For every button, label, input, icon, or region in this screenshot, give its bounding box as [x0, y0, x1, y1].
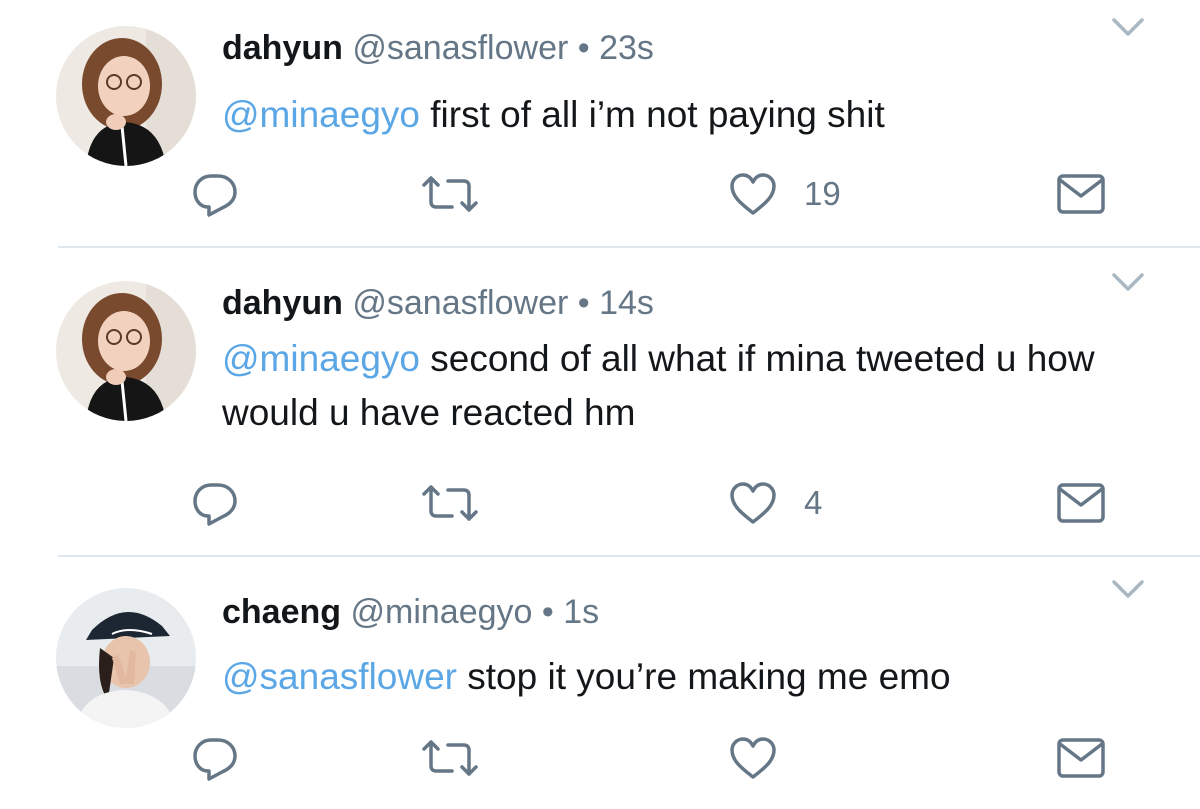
chevron-down-icon[interactable] — [1110, 271, 1146, 295]
divider — [58, 246, 1200, 248]
chevron-down-icon[interactable] — [1110, 16, 1146, 40]
tweet[interactable]: dahyun @sanasflower • 14s @minaegyo seco… — [0, 249, 1200, 558]
retweet-icon — [422, 740, 478, 776]
divider — [58, 555, 1200, 557]
like-button[interactable]: 19 — [728, 172, 841, 216]
reply-button[interactable] — [191, 172, 239, 218]
meta-separator: • — [541, 593, 554, 631]
reply-icon — [193, 738, 237, 781]
timestamp[interactable]: 1s — [563, 593, 599, 631]
like-count: 4 — [804, 484, 823, 521]
timestamp[interactable]: 14s — [599, 284, 654, 322]
retweet-button[interactable] — [420, 174, 480, 214]
tweet[interactable]: chaeng @minaegyo • 1s @sanasflower stop … — [0, 558, 1200, 809]
retweet-button[interactable] — [420, 483, 480, 523]
envelope-icon — [1057, 738, 1105, 778]
tweet-content: stop it you’re making me emo — [467, 656, 951, 697]
username[interactable]: @sanasflower — [352, 284, 568, 322]
retweet-button[interactable] — [420, 738, 480, 778]
reply-icon — [193, 483, 237, 526]
direct-message-button[interactable] — [1056, 481, 1106, 525]
reply-icon — [193, 174, 237, 217]
tweet[interactable]: dahyun @sanasflower • 23s @minaegyo firs… — [0, 0, 1200, 249]
reply-button[interactable] — [191, 481, 239, 527]
retweet-icon — [422, 176, 478, 212]
reply-button[interactable] — [191, 736, 239, 782]
tweet-header: dahyun @sanasflower • 14s — [222, 283, 654, 323]
envelope-icon — [1057, 483, 1105, 523]
heart-icon — [730, 737, 776, 779]
display-name[interactable]: chaeng — [222, 593, 341, 631]
tweet-header: dahyun @sanasflower • 23s — [222, 28, 654, 68]
envelope-icon — [1057, 174, 1105, 214]
tweet-text: @minaegyo second of all what if mina twe… — [222, 332, 1172, 440]
timestamp[interactable]: 23s — [599, 29, 654, 67]
username[interactable]: @sanasflower — [352, 29, 568, 67]
heart-icon — [730, 482, 776, 524]
avatar[interactable] — [56, 26, 196, 166]
username[interactable]: @minaegyo — [351, 593, 533, 631]
tweet-content: first of all i’m not paying shit — [430, 94, 885, 135]
avatar[interactable] — [56, 588, 196, 728]
mention-link[interactable]: @minaegyo — [222, 338, 420, 379]
direct-message-button[interactable] — [1056, 172, 1106, 216]
heart-icon — [730, 173, 776, 215]
tweet-text: @sanasflower stop it you’re making me em… — [222, 650, 1172, 704]
meta-separator: • — [577, 284, 590, 322]
like-count: 19 — [804, 175, 841, 212]
avatar[interactable] — [56, 281, 196, 421]
direct-message-button[interactable] — [1056, 736, 1106, 780]
like-button[interactable]: 4 — [728, 481, 822, 525]
like-button[interactable] — [728, 736, 804, 780]
tweet-header: chaeng @minaegyo • 1s — [222, 592, 599, 632]
retweet-icon — [422, 485, 478, 521]
chevron-down-icon[interactable] — [1110, 578, 1146, 602]
tweet-text: @minaegyo first of all i’m not paying sh… — [222, 88, 1172, 142]
mention-link[interactable]: @sanasflower — [222, 656, 457, 697]
mention-link[interactable]: @minaegyo — [222, 94, 420, 135]
display-name[interactable]: dahyun — [222, 284, 343, 322]
display-name[interactable]: dahyun — [222, 29, 343, 67]
meta-separator: • — [577, 29, 590, 67]
